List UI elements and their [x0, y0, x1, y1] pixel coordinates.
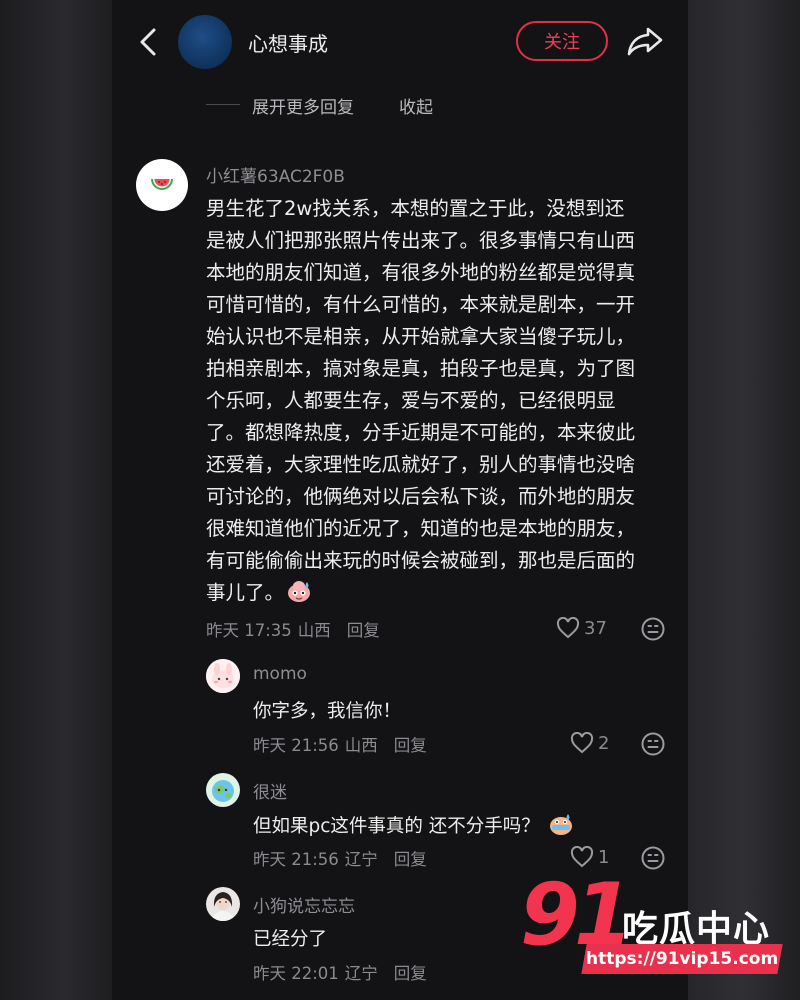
collapse-button[interactable]: 收起 [399, 93, 433, 118]
reply-meta: 昨天 22:01 辽宁 回复 [253, 960, 433, 984]
reply-location: 辽宁 [344, 964, 378, 983]
earth-avatar-icon [206, 773, 240, 807]
watermark-url-text: https://91vip15.com [585, 949, 779, 969]
reply-author[interactable]: 很迷 [253, 778, 287, 803]
back-arrow-icon[interactable] [134, 24, 164, 60]
avatar[interactable] [206, 887, 240, 921]
comment-line: 还爱着，大家理性吃瓜就好了，别人的事情也没啥 [206, 453, 636, 476]
watermark-url: https://91vip15.com [581, 944, 783, 974]
reply-text-row: 但如果pc这件事真的 还不分手吗？ [253, 811, 574, 838]
like-button[interactable]: 2 [570, 732, 609, 754]
reply-meta: 昨天 21:56 辽宁 回复 [253, 846, 433, 870]
reply-location: 山西 [344, 736, 378, 755]
comment-line-last: 事儿了。 [206, 577, 666, 609]
comment-line: 可讨论的，他俩绝对以后会私下谈，而外地的朋友 [206, 485, 636, 508]
comment-author[interactable]: 小红薯63AC2F0B [206, 162, 345, 187]
comment-location: 山西 [297, 621, 331, 640]
comment-line: 了。都想降热度，分手近期是不可能的，本来彼此 [206, 421, 636, 444]
like-count: 37 [584, 617, 607, 639]
comment-line: 可惜可惜的，有什么可惜的，本来就是剧本，一开 [206, 293, 636, 316]
reply-button[interactable]: 回复 [394, 850, 427, 869]
reply-time: 昨天 22:01 [253, 964, 339, 983]
reply-button[interactable]: 回复 [347, 621, 380, 640]
expand-more-replies-button[interactable]: 展开更多回复 [252, 93, 354, 118]
reply-button[interactable]: 回复 [394, 964, 427, 983]
comment-time: 昨天 17:35 [206, 621, 292, 640]
comment-line: 事儿了。 [206, 581, 285, 604]
avatar[interactable] [206, 773, 240, 807]
comment-line: 本地的朋友们知道，有很多外地的粉丝都是觉得真 [206, 261, 636, 284]
comment-emoji-icon[interactable] [640, 731, 666, 757]
reply-time: 昨天 21:56 [253, 850, 339, 869]
heart-icon [570, 732, 594, 754]
reply-text: 已经分了 [253, 929, 328, 950]
comment-line: 是被人们把那张照片传出来了。很多事情只有山西 [206, 229, 636, 252]
reply-author[interactable]: momo [253, 664, 307, 684]
phone-screen: 心想事成 关注 展开更多回复 收起 小红薯63AC2F0B 男生花了2w找关系，… [112, 0, 688, 1000]
sweat-smile-emoji-icon [549, 814, 572, 835]
bunny-avatar-icon [206, 659, 240, 693]
reply-button[interactable]: 回复 [394, 736, 427, 755]
reply-meta: 昨天 21:56 山西 回复 [253, 732, 433, 756]
divider-line [206, 104, 240, 105]
comment-line: 很难知道他们的近况了，知道的也是本地的朋友， [206, 517, 636, 540]
comment-meta: 昨天 17:35 山西 回复 [206, 617, 386, 641]
user-avatar[interactable] [178, 15, 232, 69]
comment-line: 始认识也不是相亲，从开始就拿大家当傻子玩儿， [206, 325, 636, 348]
comment-emoji-icon[interactable] [640, 845, 666, 871]
reply-location: 辽宁 [344, 850, 378, 869]
comment-body: 男生花了2w找关系，本想的置之于此，没想到还 是被人们把那张照片传出来了。很多事… [206, 193, 666, 609]
watermelon-icon [151, 179, 173, 190]
comment-line: 男生花了2w找关系，本想的置之于此，没想到还 [206, 197, 625, 220]
heart-icon [556, 617, 580, 639]
reply-text: 但如果pc这件事真的 还不分手吗？ [253, 816, 540, 837]
like-count: 2 [598, 732, 610, 754]
page-title[interactable]: 心想事成 [248, 28, 328, 57]
share-icon[interactable] [626, 24, 664, 58]
reply-author[interactable]: 小狗说忘忘忘 [253, 892, 355, 917]
avatar[interactable] [206, 659, 240, 693]
comment-emoji-icon[interactable] [640, 616, 666, 642]
follow-button[interactable]: 关注 [516, 21, 608, 61]
comment-line: 拍相亲剧本，搞对象是真，拍段子也是真，为了图 [206, 357, 636, 380]
avatar[interactable] [136, 159, 188, 211]
comment-line: 有可能偷偷出来玩的时候会被碰到，那也是后面的 [206, 549, 636, 572]
comment-line: 个乐呵，人都要生存，爱与不爱的，已经很明显 [206, 389, 616, 412]
photo-avatar-icon [206, 887, 240, 921]
sweat-emoji-icon [288, 581, 311, 602]
like-button[interactable]: 37 [556, 617, 607, 639]
reply-time: 昨天 21:56 [253, 736, 339, 755]
reply-text: 你字多，我信你！ [253, 701, 402, 722]
